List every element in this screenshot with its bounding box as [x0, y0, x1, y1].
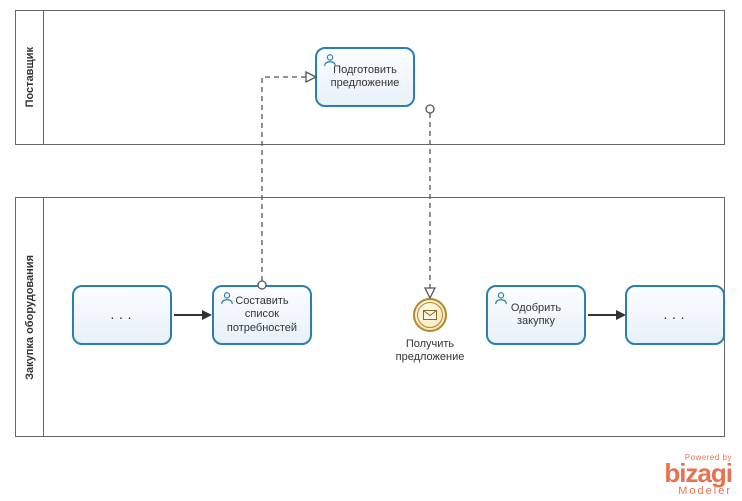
task-prepare-offer-label: Подготовить предложение [323, 64, 407, 90]
task-approve-label: Одобрить закупку [494, 302, 578, 328]
pool-procurement-header: Закупка оборудования [16, 198, 44, 436]
flow-sp1-compose-head [202, 310, 212, 320]
user-icon [323, 53, 337, 67]
flow-approve-sp2-head [616, 310, 626, 320]
pool-procurement-label: Закупка оборудования [24, 255, 36, 380]
event-inner-ring [417, 302, 443, 328]
event-receive-offer-label: Получить предложение [385, 338, 475, 364]
subprocess-left[interactable]: ... [72, 285, 172, 345]
user-icon [494, 291, 508, 305]
subprocess-left-label: ... [109, 309, 135, 322]
user-icon [220, 291, 234, 305]
envelope-icon [423, 310, 437, 320]
task-prepare-offer[interactable]: Подготовить предложение [315, 47, 415, 107]
task-compose-list[interactable]: Составить список потребностей [212, 285, 312, 345]
branding-name: bizagi [664, 462, 732, 485]
event-receive-offer[interactable] [413, 298, 447, 332]
subprocess-right-label: ... [662, 309, 688, 322]
pool-supplier-header: Поставщик [16, 11, 44, 144]
pool-supplier-label: Поставщик [24, 47, 36, 107]
task-approve[interactable]: Одобрить закупку [486, 285, 586, 345]
subprocess-right[interactable]: ... [625, 285, 725, 345]
flow-sp1-compose [174, 314, 204, 316]
flow-approve-sp2 [588, 314, 618, 316]
branding-logo: Powered by bizagi Modeler [664, 453, 732, 497]
